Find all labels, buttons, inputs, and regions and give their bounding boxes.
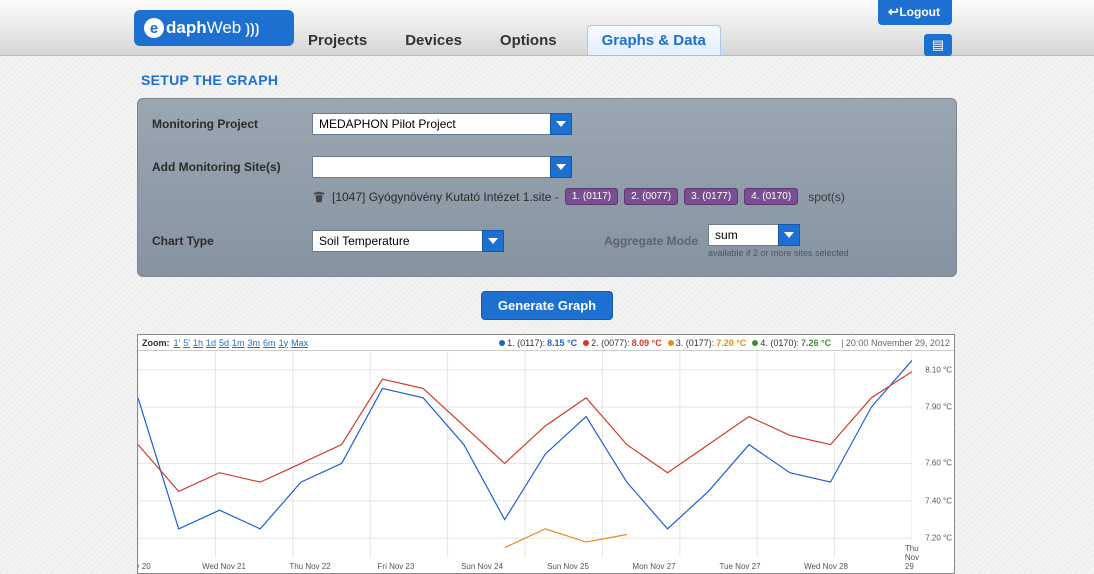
zoom-level-Max[interactable]: Max <box>291 338 308 348</box>
x-tick: Wed Nov 28 <box>804 562 848 571</box>
aggregate-select[interactable] <box>708 224 778 246</box>
legend-dot-icon <box>668 340 674 346</box>
x-tick: Thu Nov 22 <box>289 562 330 571</box>
app-logo[interactable]: edaphWeb⟯⟯⟯ <box>134 10 294 46</box>
project-select-toggle[interactable] <box>550 113 572 135</box>
y-tick: 7.60 °C <box>925 459 952 468</box>
logout-button[interactable]: Logout <box>878 0 952 25</box>
zoom-level-1m[interactable]: 1m <box>232 338 245 348</box>
spot-chip[interactable]: 2. (0077) <box>624 188 678 205</box>
spot-chip[interactable]: 1. (0117) <box>565 188 618 205</box>
chart-y-axis: 7.20 °C 7.40 °C 7.60 °C 7.90 °C 8.10 °C <box>912 351 954 557</box>
zoom-level-3m[interactable]: 3m <box>248 338 261 348</box>
nav-graphs-data[interactable]: Graphs & Data <box>587 25 721 55</box>
zoom-level-6m[interactable]: 6m <box>263 338 276 348</box>
x-tick: Wed Nov 21 <box>202 562 246 571</box>
spot-chip[interactable]: 4. (0170) <box>744 188 798 205</box>
y-tick: 7.40 °C <box>925 496 952 505</box>
chevron-down-icon <box>556 162 566 172</box>
chevron-down-icon <box>556 119 566 129</box>
panel-icon: ▤ <box>932 37 944 53</box>
zoom-level-5'[interactable]: 5' <box>183 338 190 348</box>
chart-type-select-toggle[interactable] <box>482 230 504 252</box>
add-site-label: Add Monitoring Site(s) <box>152 160 302 174</box>
project-select[interactable] <box>312 113 550 135</box>
aggregate-note: available if 2 or more sites selected <box>708 248 849 258</box>
legend-item: 1. (0117): 8.15 °C <box>499 338 577 348</box>
x-tick: Sun Nov 24 <box>461 562 503 571</box>
add-site-select-toggle[interactable] <box>550 156 572 178</box>
legend-item: 2. (0077): 8.09 °C <box>583 338 662 348</box>
x-tick: Nov 20 <box>137 562 151 571</box>
site-entry: [1047] Gyógynövény Kutató Intézet 1.site… <box>152 182 942 207</box>
project-label: Monitoring Project <box>152 117 302 131</box>
aggregate-select-toggle[interactable] <box>778 224 800 246</box>
panel-toggle-button[interactable]: ▤ <box>924 34 952 56</box>
legend-item: 3. (0177): 7.20 °C <box>668 338 747 348</box>
y-tick: 7.90 °C <box>925 403 952 412</box>
chevron-down-icon <box>488 236 498 246</box>
legend-dot-icon <box>499 340 505 346</box>
generate-graph-button[interactable]: Generate Graph <box>481 291 613 320</box>
zoom-level-1'[interactable]: 1' <box>174 338 181 348</box>
chevron-down-icon <box>784 230 794 240</box>
spots-suffix: spot(s) <box>808 190 845 204</box>
legend-item: 4. (0170): 7.26 °C <box>752 338 831 348</box>
top-bar: edaphWeb⟯⟯⟯ Projects Devices Options Gra… <box>0 0 1094 56</box>
legend-dot-icon <box>583 340 589 346</box>
graph-setup-panel: Monitoring Project Add Monitoring Site(s… <box>137 98 957 277</box>
site-name: [1047] Gyógynövény Kutató Intézet 1.site… <box>332 190 559 204</box>
trash-icon[interactable] <box>312 190 326 204</box>
x-tick: Sun Nov 25 <box>547 562 589 571</box>
zoom-label: Zoom: <box>142 338 170 348</box>
x-tick: Tue Nov 27 <box>719 562 760 571</box>
chart-x-axis: Nov 20 Wed Nov 21 Thu Nov 22 Fri Nov 23 Sun … <box>138 557 912 573</box>
x-tick: Mon Nov 27 <box>632 562 675 571</box>
chart-toolbar: Zoom: 1'5'1h1d5d1m3m6m1yMax 1. (0117): 8… <box>138 335 954 351</box>
page-title: SETUP THE GRAPH <box>137 66 957 98</box>
zoom-level-1h[interactable]: 1h <box>193 338 203 348</box>
x-tick: Thu Nov 29 <box>905 544 919 571</box>
wifi-icon: ⟯⟯⟯ <box>245 20 259 37</box>
spot-chip[interactable]: 3. (0177) <box>684 188 738 205</box>
chart-container: Zoom: 1'5'1h1d5d1m3m6m1yMax 1. (0117): 8… <box>137 334 955 574</box>
x-tick: Fri Nov 23 <box>378 562 415 571</box>
nav-devices[interactable]: Devices <box>397 26 470 55</box>
chart-plot[interactable] <box>138 351 912 557</box>
chart-type-label: Chart Type <box>152 234 302 248</box>
add-site-select[interactable] <box>312 156 550 178</box>
zoom-level-5d[interactable]: 5d <box>219 338 229 348</box>
zoom-level-1y[interactable]: 1y <box>279 338 289 348</box>
nav-options[interactable]: Options <box>492 26 565 55</box>
nav-projects[interactable]: Projects <box>300 26 375 55</box>
aggregate-label: Aggregate Mode <box>604 234 698 248</box>
main-nav: Projects Devices Options Graphs & Data <box>300 23 721 55</box>
legend-dot-icon <box>752 340 758 346</box>
y-tick: 7.20 °C <box>925 534 952 543</box>
chart-type-select[interactable] <box>312 230 482 252</box>
chart-legend: 1. (0117): 8.15 °C 2. (0077): 8.09 °C 3. (… <box>499 338 950 348</box>
chart-timestamp: | 20:00 November 29, 2012 <box>841 338 950 348</box>
y-tick: 8.10 °C <box>925 365 952 374</box>
zoom-level-1d[interactable]: 1d <box>206 338 216 348</box>
